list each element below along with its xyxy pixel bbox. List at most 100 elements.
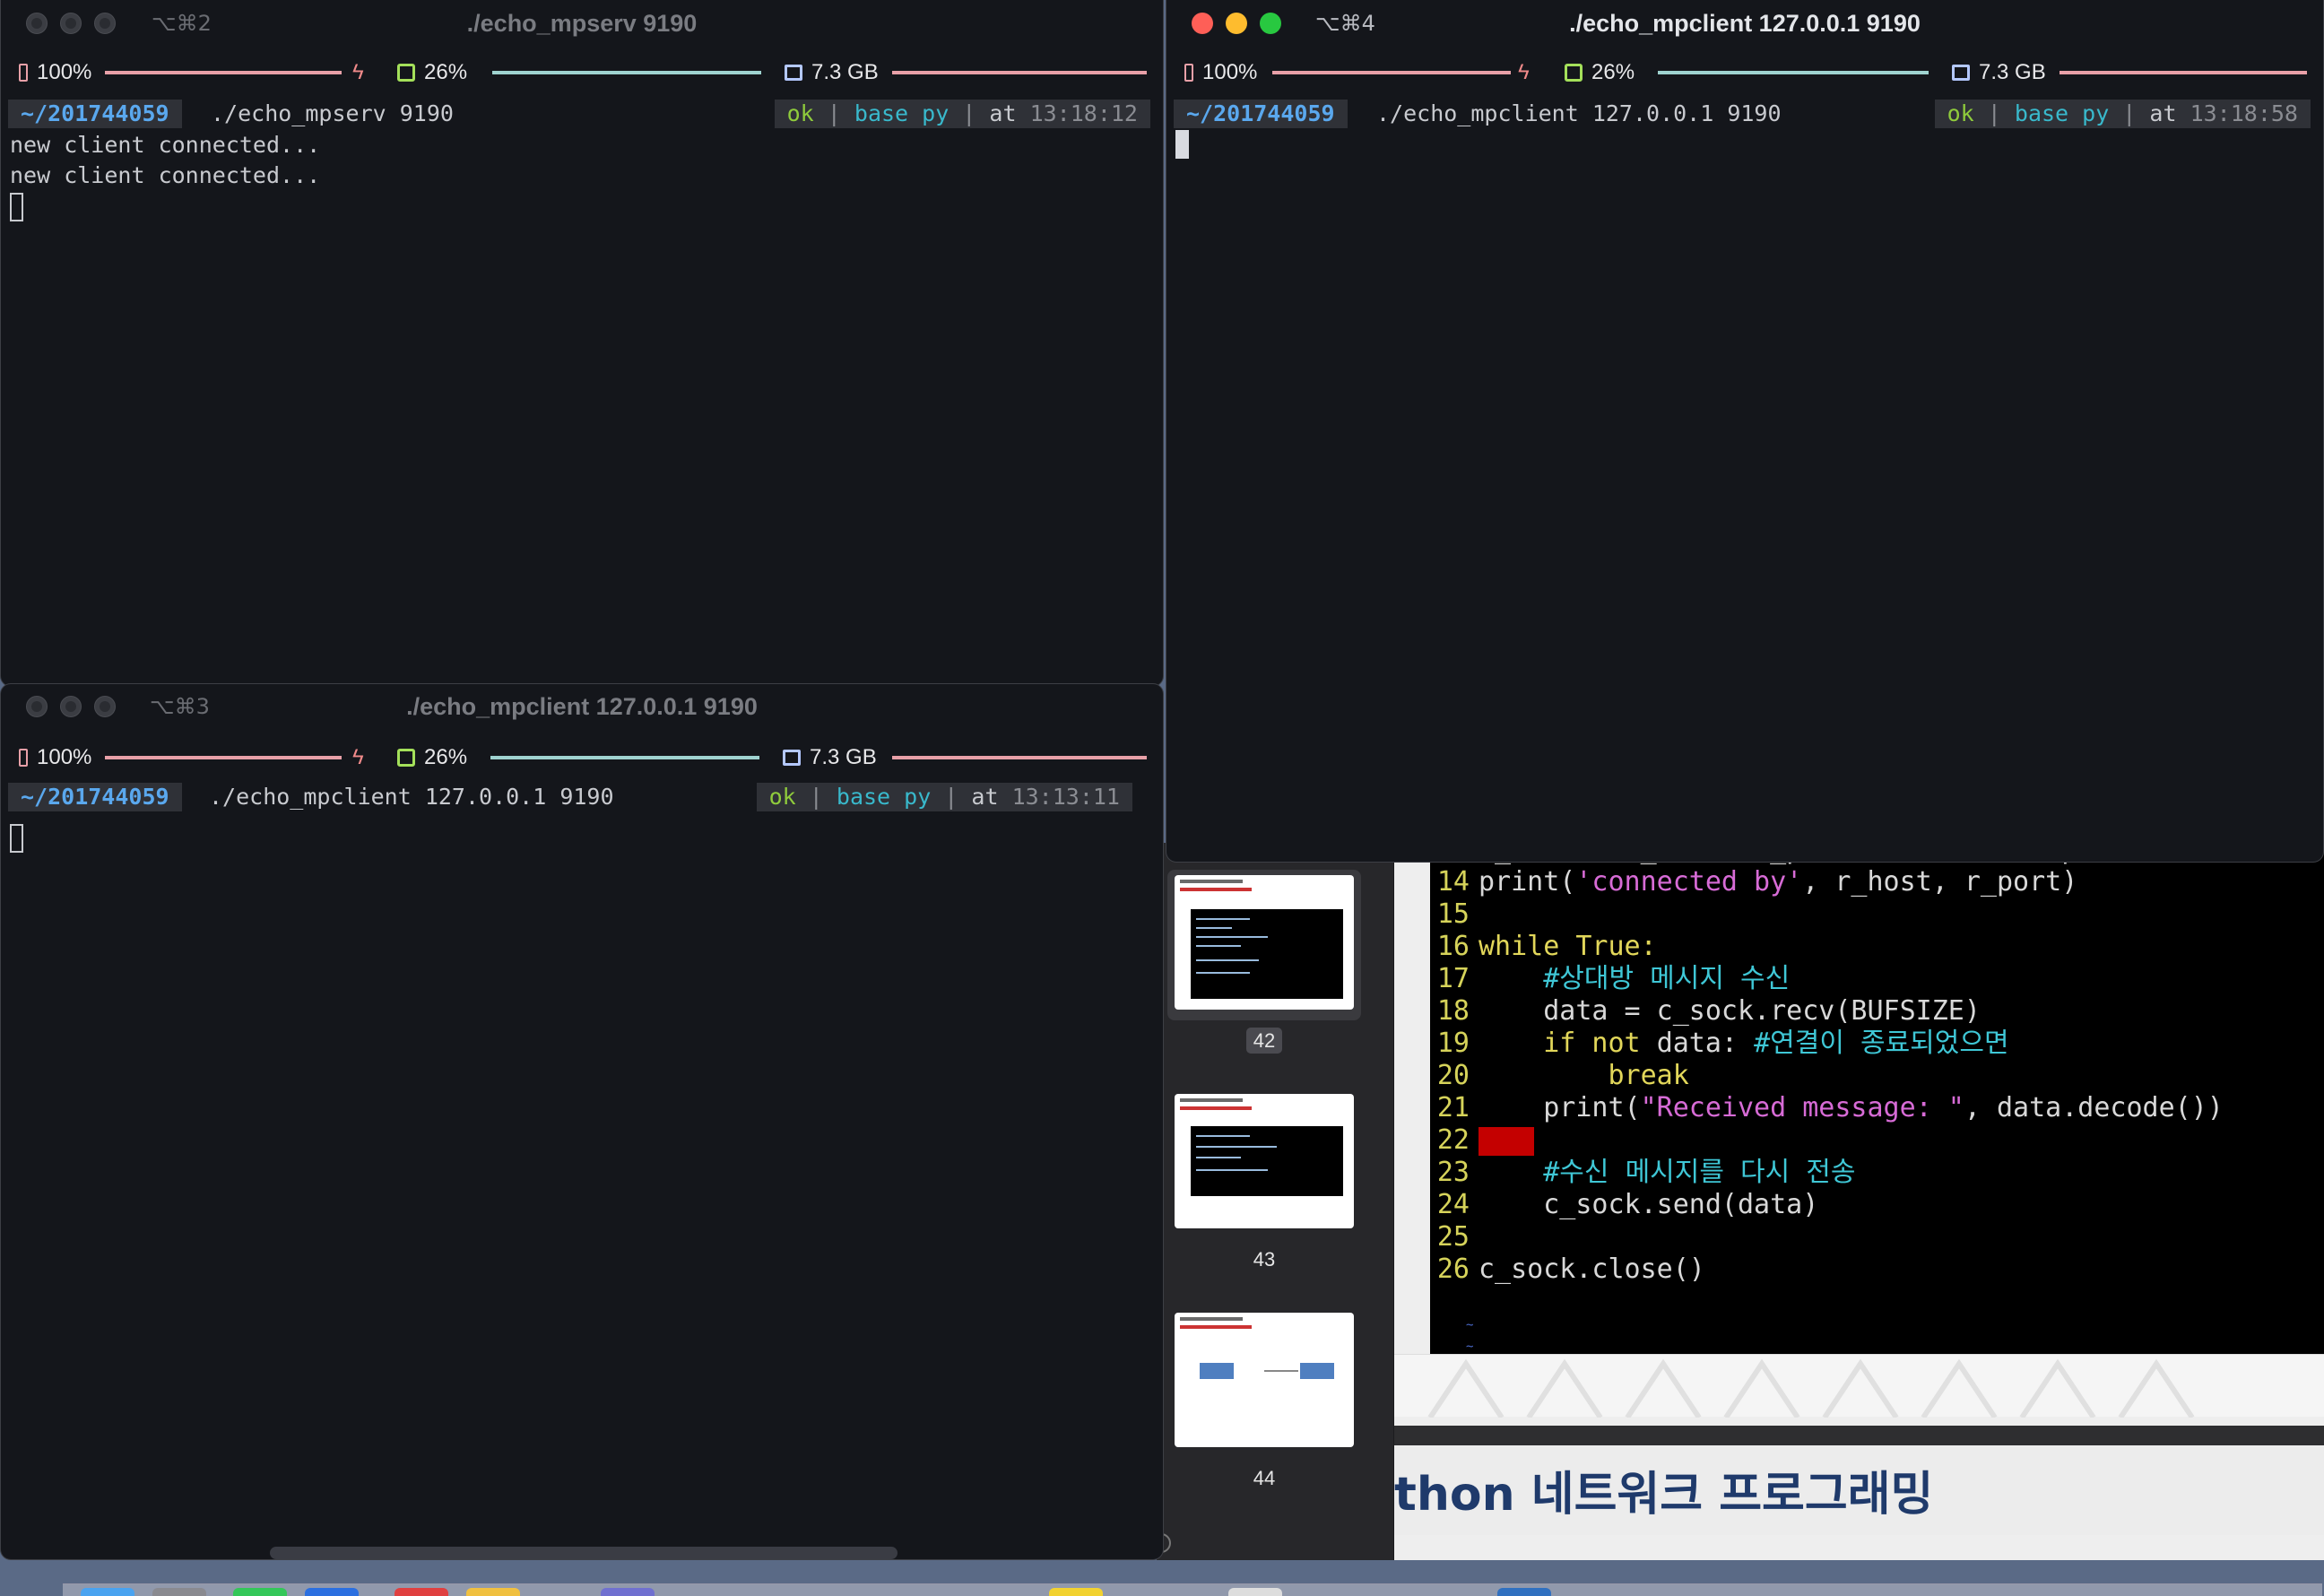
prompt-status: ok | base py | at 13:18:58 [1934, 100, 2311, 128]
code-line: 21 print("Received message: ", data.deco… [1430, 1092, 2224, 1124]
battery-icon [1184, 64, 1193, 82]
line-number: 24 [1436, 1189, 1470, 1220]
memory-icon [1952, 65, 1970, 81]
slide-thumbnail-42[interactable] [1175, 875, 1354, 1010]
dock-app-icon[interactable] [1228, 1588, 1282, 1596]
code-token: break [1479, 1060, 1689, 1091]
code-line: 19 if not data: #연결이 종료되었으면 [1430, 1028, 2009, 1060]
code-line: 23 #수신 메시지를 다시 전송 [1430, 1157, 1856, 1189]
code-line: 22 [1430, 1124, 1534, 1157]
line-number: 19 [1436, 1028, 1470, 1059]
code-token: , data.decode()) [1964, 1092, 2224, 1123]
terminal-window-client-2[interactable]: ⌥⌘4 ./echo_mpclient 127.0.0.1 9190 100% … [1166, 0, 2324, 863]
cpu-graph [492, 71, 761, 74]
dock-app-icon[interactable] [1497, 1588, 1551, 1596]
prompt-command: ./echo_mpclient 127.0.0.1 9190 [209, 784, 614, 810]
cpu-status: 26% [1565, 60, 1635, 85]
cpu-icon [397, 749, 415, 767]
memory-status: 7.3 GB [1952, 60, 2046, 85]
line-number: 26 [1436, 1253, 1470, 1285]
slide-number-43: 43 [1253, 1248, 1276, 1271]
dock-app-icon[interactable] [466, 1588, 520, 1596]
dock-app-icon[interactable] [395, 1588, 448, 1596]
line-number: 18 [1436, 995, 1470, 1027]
line-number: 25 [1436, 1221, 1470, 1253]
memory-icon [783, 750, 801, 766]
prompt-status: ok | base py | at 13:18:12 [774, 100, 1150, 128]
line-number: 22 [1436, 1124, 1470, 1156]
code-line: 18 data = c_sock.recv(BUFSIZE) [1430, 995, 1981, 1028]
code-token: if not [1479, 1028, 1657, 1059]
window-title: ./echo_mpclient 127.0.0.1 9190 [1569, 10, 1921, 37]
status-bar: 100% ϟ 26% 7.3 GB [1, 55, 1163, 91]
memory-icon [785, 65, 802, 81]
prompt-command: ./echo_mpserv 9190 [211, 100, 454, 126]
dock [63, 1583, 2322, 1596]
battery-icon [19, 64, 28, 82]
battery-graph [105, 756, 342, 759]
prompt-cwd: ~/201744059 [8, 783, 182, 811]
bolt-icon: ϟ [352, 745, 364, 769]
battery-graph [1272, 71, 1511, 74]
window-titlebar[interactable]: ⌥⌘4 ./echo_mpclient 127.0.0.1 9190 [1166, 1, 2323, 46]
prompt-line: ~/201744059 ./echo_mpclient 127.0.0.1 91… [8, 783, 1150, 811]
terminal-cursor [10, 193, 23, 221]
terminal-cursor [1175, 130, 1189, 159]
terminal-window-server[interactable]: ⌥⌘2 ./echo_mpserv 9190 100% ϟ 26% 7.3 GB… [0, 0, 1164, 687]
memory-status: 7.3 GB [783, 745, 877, 770]
cpu-status: 26% [397, 60, 467, 85]
dock-app-icon[interactable] [233, 1588, 287, 1596]
dock-app-icon[interactable] [601, 1588, 655, 1596]
code-line: 20 break [1430, 1060, 1689, 1092]
code-token: c_sock.close() [1479, 1253, 1705, 1285]
cpu-icon [1565, 64, 1583, 82]
line-number: 17 [1436, 963, 1470, 994]
terminal-cursor [10, 824, 23, 853]
battery-status: 100% [19, 745, 91, 770]
window-titlebar[interactable]: ⌥⌘2 ./echo_mpserv 9190 [1, 1, 1163, 46]
memory-status: 7.3 GB [785, 60, 879, 85]
slide-thumbnail-rail: 42 43 44 [1151, 843, 1394, 1560]
dock-app-icon[interactable] [152, 1588, 206, 1596]
editor-cursor [1479, 1126, 1534, 1156]
status-bar: 100% ϟ 26% 7.3 GB [1166, 55, 2323, 91]
code-line: 15 [1430, 898, 1479, 931]
dock-app-icon[interactable] [305, 1588, 359, 1596]
cpu-status: 26% [397, 745, 467, 770]
output-line: new client connected... [10, 132, 321, 158]
terminal-window-client-1[interactable]: ⌥⌘3 ./echo_mpclient 127.0.0.1 9190 100% … [0, 683, 1164, 1560]
memory-graph [2060, 71, 2307, 74]
code-token: print( [1479, 1092, 1641, 1123]
prompt-command: ./echo_mpclient 127.0.0.1 9190 [1376, 100, 1782, 126]
code-token: #연결이 종료되었으면 [1754, 1028, 2009, 1059]
code-screenshot: 13c_sock, (r_host, r_port) = sock.accept… [1430, 834, 2324, 1354]
code-line: 25 [1430, 1221, 1479, 1253]
memory-graph [892, 71, 1147, 74]
slide-title-bar: thon 네트워크 프로그래밍 [1394, 1445, 2324, 1535]
slide-thumbnail-44[interactable] [1175, 1313, 1354, 1447]
battery-status: 100% [19, 60, 91, 85]
dock-app-icon[interactable] [1049, 1588, 1103, 1596]
slide-title: thon 네트워크 프로그래밍 [1394, 1468, 1934, 1522]
window-titlebar[interactable]: ⌥⌘3 ./echo_mpclient 127.0.0.1 9190 [1, 684, 1163, 729]
horizontal-scrollbar[interactable] [270, 1547, 898, 1559]
slide-thumbnail-43[interactable] [1175, 1094, 1354, 1228]
cpu-icon [397, 64, 415, 82]
code-line: 14 print('connected by', r_host, r_port) [1430, 866, 2077, 898]
line-number: 15 [1436, 898, 1470, 930]
battery-status: 100% [1184, 60, 1257, 85]
bolt-icon: ϟ [1518, 60, 1530, 84]
presentation-app: 42 43 44 13c_sock, (r_host, r_port) = so… [1151, 834, 2324, 1560]
dock-app-icon[interactable] [81, 1588, 134, 1596]
prompt-status: ok | base py | at 13:13:11 [756, 783, 1132, 811]
battery-icon [19, 749, 28, 767]
code-token: #상대방 메시지 수신 [1479, 963, 1791, 994]
code-token: while True: [1479, 931, 1657, 962]
prompt-line: ~/201744059 ./echo_mpserv 9190 ok | base… [8, 100, 1150, 128]
code-token: data: [1656, 1028, 1755, 1059]
code-token: print( [1479, 866, 1576, 898]
code-token: #수신 메시지를 다시 전송 [1479, 1157, 1856, 1188]
status-bar: 100% ϟ 26% 7.3 GB [1, 740, 1163, 776]
slide-divider [1394, 1426, 2324, 1445]
slide-number-42: 42 [1157, 1028, 1372, 1054]
